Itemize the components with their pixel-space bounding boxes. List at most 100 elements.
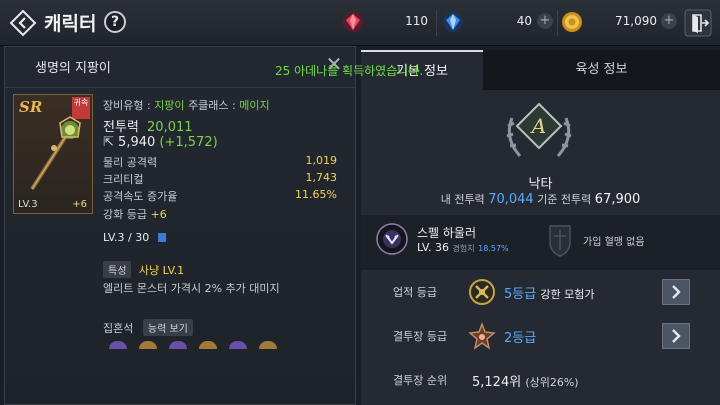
arena-rank-number: 5,124위 [472,375,522,390]
gold-coin-icon [562,12,582,32]
trait-tag: 특성 [103,261,132,278]
top-bar: 캐릭터 ? 110 40 + 71,090 + [0,0,720,46]
achievement-label: 업적 등급 [393,286,437,299]
chevron-right-icon [672,285,681,299]
equip-type-row: 장비유형 : 지팡이 주클래스 : 메이지 [103,97,270,113]
guild-exp-label: 경험치 [452,244,475,253]
staff-icon [30,116,81,191]
achievement-row: 업적 등급 5등급 강한 모험가 [361,270,720,314]
tab-growth-info[interactable]: 육성 정보 [483,50,720,90]
my-power-label: 내 전투력 [440,193,485,206]
equip-type-label: 장비유형 : [103,99,151,112]
stat-value: 1,743 [305,171,338,184]
guild-name: 스펠 하울러 [417,226,477,240]
achievement-title: 강한 모험가 [540,288,595,301]
red-gem-icon [343,12,363,32]
arena-rank-value: 5,124위 (상위26%) [472,371,579,390]
arena-arrow-button[interactable] [662,323,690,349]
my-power-value: 70,044 [488,192,534,207]
arena-grade-value: 2등급 [504,331,537,346]
blue-gem-add-button[interactable]: + [537,13,553,29]
base-power-value: 67,900 [594,192,641,207]
achievement-arrow-button[interactable] [662,279,690,305]
divider [557,10,558,36]
class-value: 메이지 [239,99,270,112]
base-power-label: 기준 전투력 [537,193,592,206]
item-detail-panel: 생명의 지팡이 ✕ SR 귀속 LV.3 +6 장비유형 : 지팡이 주클래스 … [4,46,356,405]
guild-level-row: LV. 36 경험치 18.57% [417,241,509,254]
power-summary: 내 전투력 70,044 기준 전투력 67,900 [361,191,720,207]
trait-row: 특성 사냥 LV.1 [103,261,184,278]
toast-message: 25 아데나를 획득하였습니다. [275,64,424,78]
delta-change: (+1,572) [159,135,218,150]
item-grade: SR [19,98,43,116]
combat-label: 전투력 [103,120,139,135]
delta-value: 5,940 [118,135,156,150]
enhance-value: +6 [150,208,167,221]
guild-exp-value: 18.57% [478,244,509,253]
arena-rank-percentile: (상위26%) [525,376,579,389]
rune-slot[interactable] [229,341,247,349]
blue-gem-currency: 40 [442,11,532,33]
help-button[interactable]: ? [104,11,126,33]
trait-description: 엘리트 몬스터 가격시 2% 추가 대미지 [103,282,280,295]
item-level: LV.3 [18,199,38,210]
rune-slot[interactable] [109,341,127,349]
guild-emblem-icon [376,223,408,255]
stat-label: 공격속도 증가율 [103,190,178,203]
back-icon[interactable] [8,8,38,38]
exit-icon[interactable] [684,9,712,37]
item-enhance: +6 [72,199,87,210]
grade-letter: A [530,114,546,138]
arena-grade-label: 결투장 등급 [393,330,448,343]
character-name: 낙타 [528,177,553,192]
item-name: 생명의 지팡이 [35,61,111,76]
gold-coin-add-button[interactable]: + [661,13,677,29]
stat-label: 크리티컬 [103,173,144,186]
combat-value: 20,011 [147,120,193,135]
gold-coin-currency: 71,090 [561,11,657,33]
rune-slot[interactable] [199,341,217,349]
rune-row: 집혼석 능력 보기 [103,319,193,336]
rune-ability-button[interactable]: 능력 보기 [142,319,193,336]
arena-star-icon [468,322,496,350]
red-gem-currency: 110 [342,11,428,33]
stat-value: 11.65% [295,188,337,201]
level-progress-bar [158,233,166,242]
blue-gem-value: 40 [516,14,532,28]
chevron-right-icon [672,329,681,343]
combat-delta-row: ⇱ 5,940 (+1,572) [103,135,218,150]
arena-rank-row: 결투장 순위 5,124위 (상위26%) [361,358,720,405]
rune-slot[interactable] [169,341,187,349]
power-arrow-icon: ⇱ [103,135,114,150]
rune-label: 집혼석 [103,322,134,335]
divider [436,10,437,36]
blood-pledge-status: 가입 혈맹 없음 [583,237,645,248]
achievement-value: 5등급 강한 모험가 [504,283,594,302]
guild-level: LV. 36 [417,241,450,254]
class-label: 주클래스 : [188,99,236,112]
trait-value: 사냥 LV.1 [138,264,185,277]
achievement-grade: 5등급 [504,287,537,302]
character-profile: A 낙타 내 전투력 70,044 기준 전투력 67,900 [361,90,720,215]
grade-emblem-icon: A [506,102,572,157]
rune-slot[interactable] [259,341,277,349]
achievement-medal-icon [469,279,495,305]
equip-type-value: 지팡이 [154,99,185,112]
red-gem-value: 110 [405,14,428,28]
item-card: SR 귀속 LV.3 +6 [13,94,93,214]
stat-value: 1,019 [305,154,338,167]
guild-row[interactable]: 스펠 하울러 LV. 36 경험치 18.57% 가입 혈맹 없음 [361,215,720,265]
rune-slot[interactable] [139,341,157,349]
enhance-label: 강화 등급 [103,208,147,221]
arena-rank-label: 결투장 순위 [393,374,448,387]
level-progress-label: LV.3 / 30 [103,231,150,244]
stat-label: 물리 공격력 [103,156,158,169]
gold-coin-value: 71,090 [615,14,657,28]
blue-gem-icon [443,12,463,32]
page-title: 캐릭터 [44,13,97,35]
enhance-row: 강화 등급 +6 [103,206,167,222]
divider [5,87,355,88]
arena-grade-row: 결투장 등급 2등급 [361,314,720,358]
blood-pledge-shield-icon [549,225,571,257]
